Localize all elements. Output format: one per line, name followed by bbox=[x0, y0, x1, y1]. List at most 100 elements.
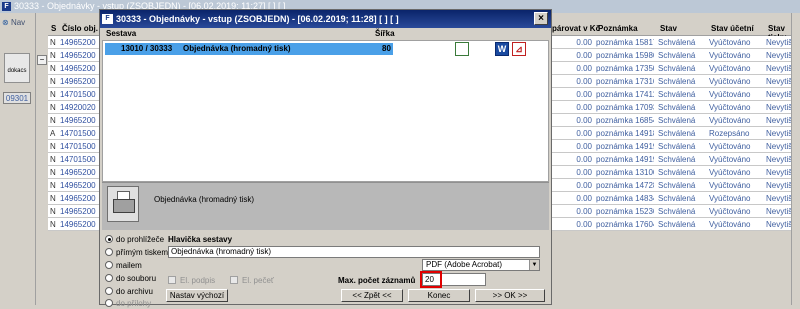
col-header-poznamka[interactable]: Poznámka bbox=[598, 24, 638, 33]
report-row-selected[interactable]: 13010 / 30333 Objednávka (hromadný tisk)… bbox=[105, 43, 393, 55]
cell-s: N bbox=[50, 64, 56, 73]
cell-stav: Schválená bbox=[658, 142, 696, 151]
preview-panel: Objednávka (hromadný tisk) bbox=[102, 182, 549, 230]
cell-poznamka: poznámka 14728 bbox=[596, 181, 654, 190]
radio-prohlizec[interactable]: do prohlížeče bbox=[105, 234, 164, 245]
radio-souboru[interactable]: do souboru bbox=[105, 273, 156, 284]
col-header-stav-ucetni[interactable]: Stav účetní bbox=[711, 24, 754, 33]
highlight-box bbox=[420, 271, 442, 288]
pdf-export-icon[interactable]: ⊿ bbox=[512, 42, 526, 56]
cell-s: N bbox=[50, 51, 56, 60]
excel-export-icon[interactable] bbox=[455, 42, 469, 56]
radio-archivu[interactable]: do archivu bbox=[105, 286, 153, 297]
report-code: 13010 / 30333 bbox=[121, 44, 173, 53]
cell-cislo: 14965200 bbox=[60, 168, 96, 177]
back-button[interactable]: << Zpět << bbox=[341, 289, 403, 302]
cell-stav-ucetni: Vyúčtováno bbox=[709, 194, 751, 203]
radio-prilohy[interactable]: do přílohy bbox=[105, 298, 151, 309]
col-header-stav[interactable]: Stav bbox=[660, 24, 677, 33]
cell-stav: Schválená bbox=[658, 168, 696, 177]
cell-stav: Schválená bbox=[658, 155, 696, 164]
format-select[interactable]: PDF (Adobe Acrobat) ▼ bbox=[422, 259, 540, 271]
radio-dot bbox=[105, 261, 113, 269]
radio-dot bbox=[105, 287, 113, 295]
print-dialog: F 30333 - Objednávky - vstup (ZSOBJEDN) … bbox=[99, 9, 552, 308]
max-records-label: Max. počet záznamů bbox=[338, 276, 416, 285]
cell-stav-ucetni: Vyúčtováno bbox=[709, 90, 751, 99]
cell-cislo: 14965200 bbox=[60, 64, 96, 73]
preview-label: Objednávka (hromadný tisk) bbox=[154, 195, 255, 204]
cell-stav: Schválená bbox=[658, 116, 696, 125]
report-list[interactable]: 13010 / 30333 Objednávka (hromadný tisk)… bbox=[102, 40, 549, 182]
cell-cislo: 14701500 bbox=[60, 90, 96, 99]
cell-stav: Schválená bbox=[658, 38, 696, 47]
col-header-cislo[interactable]: Číslo obj. bbox=[62, 24, 98, 33]
cell-poznamka: poznámka 15236 bbox=[596, 207, 654, 216]
el-podpis-checkbox[interactable]: El. podpis bbox=[168, 276, 215, 286]
cell-cislo: 14701500 bbox=[60, 142, 96, 151]
cell-stav: Schválená bbox=[658, 103, 696, 112]
cell-s: N bbox=[50, 103, 56, 112]
cell-stav-ucetni: Vyúčtováno bbox=[709, 77, 751, 86]
checkbox-box bbox=[230, 276, 238, 284]
cell-stav-ucetni: Vyúčtováno bbox=[709, 168, 751, 177]
cell-s: N bbox=[50, 155, 56, 164]
col-header-sestava: Sestava bbox=[106, 29, 137, 38]
radio-dot-checked bbox=[105, 235, 113, 243]
close-button[interactable]: × bbox=[534, 12, 548, 25]
el-pecet-checkbox[interactable]: El. pečeť bbox=[230, 276, 274, 286]
cell-stav-ucetni: Vyúčtováno bbox=[709, 38, 751, 47]
cell-poznamka: poznámka 15817 bbox=[596, 38, 654, 47]
radio-tiskem[interactable]: přímým tiskem bbox=[105, 247, 168, 258]
cell-poznamka: poznámka 15986 bbox=[596, 51, 654, 60]
cell-poznamka: poznámka 17350 bbox=[596, 64, 654, 73]
nav-label: Nav bbox=[10, 18, 26, 27]
nav-button[interactable]: ⊗ Nav bbox=[2, 16, 32, 30]
expand-toggle[interactable]: − bbox=[37, 55, 47, 65]
cell-s: N bbox=[50, 38, 56, 47]
cell-stav-ucetni: Vyúčtováno bbox=[709, 181, 751, 190]
printer-icon bbox=[107, 186, 139, 222]
cell-poznamka: poznámka 17316 bbox=[596, 77, 654, 86]
cell-s: N bbox=[50, 220, 56, 229]
radio-label: do prohlížeče bbox=[116, 235, 165, 244]
dialog-title: 30333 - Objednávky - vstup (ZSOBJEDN) - … bbox=[116, 14, 399, 24]
konec-button[interactable]: Konec bbox=[408, 289, 470, 302]
col-header-kc[interactable]: párovat v Kč bbox=[552, 24, 600, 33]
cell-stav: Schválená bbox=[658, 64, 696, 73]
cell-poznamka: poznámka 17411 bbox=[596, 90, 654, 99]
cell-cislo: 14701500 bbox=[60, 155, 96, 164]
cell-cislo: 14965200 bbox=[60, 220, 96, 229]
radio-mailem[interactable]: mailem bbox=[105, 260, 142, 271]
cell-cislo: 14965200 bbox=[60, 51, 96, 60]
radio-label: do souboru bbox=[116, 274, 157, 283]
report-list-header: Sestava Šířka bbox=[102, 29, 549, 40]
code-field[interactable]: 09301 bbox=[3, 92, 31, 104]
database-button[interactable]: dokacs bbox=[4, 53, 30, 83]
cell-stav: Schválená bbox=[658, 207, 696, 216]
cell-stav: Schválená bbox=[658, 194, 696, 203]
cell-s: N bbox=[50, 77, 56, 86]
col-header-s[interactable]: S bbox=[51, 24, 56, 33]
cell-stav-ucetni: Rozepsáno bbox=[709, 129, 750, 138]
cell-poznamka: poznámka 14834 bbox=[596, 194, 654, 203]
cell-poznamka: poznámka 17093 bbox=[596, 103, 654, 112]
cell-s: N bbox=[50, 194, 56, 203]
cell-cislo: 14965200 bbox=[60, 194, 96, 203]
output-options: do prohlížeče přímým tiskem mailem do so… bbox=[102, 230, 549, 308]
cell-cislo: 14965200 bbox=[60, 207, 96, 216]
cell-stav: Schválená bbox=[658, 129, 696, 138]
radio-label: přímým tiskem bbox=[116, 248, 168, 257]
cell-stav: Schválená bbox=[658, 77, 696, 86]
cell-stav-ucetni: Vyúčtováno bbox=[709, 142, 751, 151]
radio-label: do archivu bbox=[116, 287, 153, 296]
cell-poznamka: poznámka 14918 bbox=[596, 129, 654, 138]
set-default-button[interactable]: Nastav výchozí bbox=[166, 289, 228, 302]
ok-button[interactable]: >> OK >> bbox=[475, 289, 545, 302]
hlavicka-input[interactable]: Objednávka (hromadný tisk) bbox=[168, 246, 540, 258]
word-export-icon[interactable]: W bbox=[495, 42, 509, 56]
app-logo-icon: F bbox=[102, 14, 113, 24]
cell-cislo: 14965200 bbox=[60, 38, 96, 47]
scrollbar[interactable] bbox=[791, 13, 800, 305]
dialog-titlebar: F 30333 - Objednávky - vstup (ZSOBJEDN) … bbox=[100, 10, 551, 28]
